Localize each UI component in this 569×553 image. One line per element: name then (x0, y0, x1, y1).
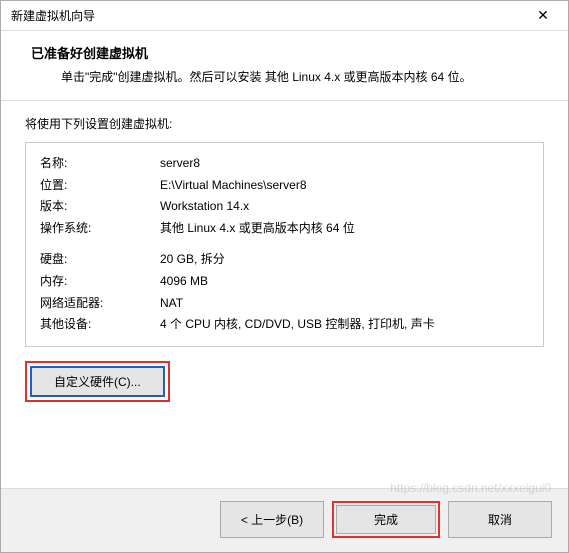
row-os: 操作系统: 其他 Linux 4.x 或更高版本内核 64 位 (40, 218, 529, 240)
header-title: 已准备好创建虚拟机 (31, 43, 544, 62)
row-name: 名称: server8 (40, 153, 529, 175)
value-other: 4 个 CPU 内核, CD/DVD, USB 控制器, 打印机, 声卡 (160, 314, 529, 336)
titlebar: 新建虚拟机向导 ✕ (1, 1, 568, 31)
row-location: 位置: E:\Virtual Machines\server8 (40, 175, 529, 197)
label-other: 其他设备: (40, 314, 160, 336)
wizard-dialog: 新建虚拟机向导 ✕ 已准备好创建虚拟机 单击"完成"创建虚拟机。然后可以安装 其… (0, 0, 569, 553)
row-other: 其他设备: 4 个 CPU 内核, CD/DVD, USB 控制器, 打印机, … (40, 314, 529, 336)
label-memory: 内存: (40, 271, 160, 293)
value-network: NAT (160, 293, 529, 315)
value-memory: 4096 MB (160, 271, 529, 293)
content-area: 将使用下列设置创建虚拟机: 名称: server8 位置: E:\Virtual… (1, 101, 568, 488)
finish-highlight: 完成 (332, 501, 440, 538)
back-button[interactable]: < 上一步(B) (220, 501, 324, 538)
value-disk: 20 GB, 拆分 (160, 249, 529, 271)
header: 已准备好创建虚拟机 单击"完成"创建虚拟机。然后可以安装 其他 Linux 4.… (1, 31, 568, 100)
row-network: 网络适配器: NAT (40, 293, 529, 315)
cancel-button[interactable]: 取消 (448, 501, 552, 538)
value-version: Workstation 14.x (160, 196, 529, 218)
row-disk: 硬盘: 20 GB, 拆分 (40, 249, 529, 271)
summary-box: 名称: server8 位置: E:\Virtual Machines\serv… (25, 142, 544, 347)
row-version: 版本: Workstation 14.x (40, 196, 529, 218)
label-version: 版本: (40, 196, 160, 218)
header-description: 单击"完成"创建虚拟机。然后可以安装 其他 Linux 4.x 或更高版本内核 … (31, 68, 544, 86)
customize-highlight: 自定义硬件(C)... (25, 361, 170, 402)
finish-button[interactable]: 完成 (336, 505, 436, 534)
label-network: 网络适配器: (40, 293, 160, 315)
label-location: 位置: (40, 175, 160, 197)
close-icon[interactable]: ✕ (528, 7, 558, 24)
value-name: server8 (160, 153, 529, 175)
label-disk: 硬盘: (40, 249, 160, 271)
settings-subtitle: 将使用下列设置创建虚拟机: (25, 115, 544, 132)
label-name: 名称: (40, 153, 160, 175)
label-os: 操作系统: (40, 218, 160, 240)
row-memory: 内存: 4096 MB (40, 271, 529, 293)
window-title: 新建虚拟机向导 (11, 7, 95, 24)
value-os: 其他 Linux 4.x 或更高版本内核 64 位 (160, 218, 529, 240)
value-location: E:\Virtual Machines\server8 (160, 175, 529, 197)
customize-hardware-button[interactable]: 自定义硬件(C)... (30, 366, 165, 397)
footer: < 上一步(B) 完成 取消 (1, 488, 568, 552)
